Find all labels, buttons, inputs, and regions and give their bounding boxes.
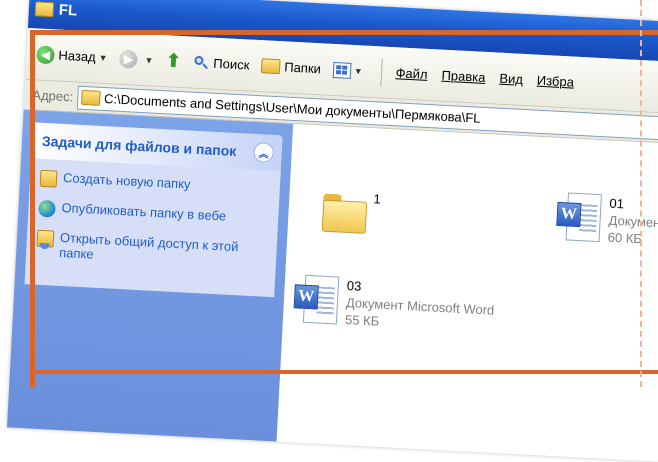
collapse-chevron-icon[interactable]: ︽ [253, 141, 275, 163]
task-share-folder[interactable]: Открыть общий доступ к этой папке [36, 229, 267, 271]
folders-icon [260, 58, 281, 75]
folder-icon [80, 89, 101, 106]
search-label: Поиск [213, 55, 250, 73]
file-item-doc-03[interactable]: W 03 Документ Microsoft Word 55 КБ [293, 274, 496, 336]
search-button[interactable]: Поиск [193, 54, 250, 73]
views-button[interactable]: ▼ [332, 61, 363, 79]
file-item-doc-01[interactable]: W 01 Документ 60 КБ [555, 192, 658, 250]
content-area: Задачи для файлов и папок ︽ Создать нову… [6, 109, 658, 462]
folder-icon [322, 194, 368, 234]
task-new-folder[interactable]: Создать новую папку [39, 169, 271, 199]
folders-label: Папки [283, 59, 322, 77]
file-tasks-panel: Задачи для файлов и папок ︽ Создать нову… [24, 122, 283, 298]
views-icon [332, 61, 352, 79]
file-size: 60 КБ [607, 229, 643, 247]
window-title: FL [58, 1, 78, 19]
chevron-down-icon[interactable]: ▼ [144, 55, 153, 65]
toolbar-separator [379, 57, 383, 87]
task-label: Опубликовать папку в вебе [61, 199, 227, 224]
menu-file[interactable]: Файл [395, 65, 428, 82]
chevron-down-icon[interactable]: ▼ [98, 52, 107, 62]
share-folder-icon [36, 229, 55, 248]
forward-button[interactable]: ▶ ▼ [119, 49, 154, 69]
address-label: Адрес: [32, 87, 74, 105]
file-list: 1 W 01 Документ 60 КБ W 03 Документ Micr… [276, 123, 658, 462]
chevron-down-icon[interactable]: ▼ [354, 66, 363, 76]
back-button[interactable]: ◀ Назад ▼ [36, 44, 108, 67]
task-list: Создать новую папку Опубликовать папку в… [24, 158, 280, 297]
task-sidebar: Задачи для файлов и папок ︽ Создать нову… [6, 109, 294, 442]
task-panel-title: Задачи для файлов и папок [41, 132, 237, 160]
folders-button[interactable]: Папки [260, 58, 322, 77]
explorer-window: FL ◀ Назад ▼ ▶ ▼ ⬆ Поиск Папки ▼ Файл Пр… [6, 0, 658, 462]
folder-icon [34, 0, 55, 17]
globe-icon [38, 199, 56, 218]
menu-view[interactable]: Вид [499, 71, 523, 87]
new-folder-icon [39, 169, 58, 188]
file-item-folder-1[interactable]: 1 [322, 188, 381, 235]
menu-favorites[interactable]: Избра [537, 73, 575, 90]
search-icon [193, 54, 210, 71]
back-label: Назад [58, 47, 97, 65]
task-label: Открыть общий доступ к этой папке [58, 229, 239, 262]
menu-edit[interactable]: Правка [441, 68, 486, 85]
up-arrow-icon: ⬆ [165, 50, 182, 71]
word-document-icon: W [555, 192, 604, 246]
task-label: Создать новую папку [62, 170, 191, 192]
up-button[interactable]: ⬆ [165, 50, 182, 72]
task-publish-web[interactable]: Опубликовать папку в вебе [38, 199, 269, 229]
back-arrow-icon: ◀ [36, 44, 56, 64]
word-document-icon: W [293, 274, 342, 328]
file-name: 1 [373, 191, 382, 207]
forward-arrow-icon: ▶ [119, 49, 139, 69]
